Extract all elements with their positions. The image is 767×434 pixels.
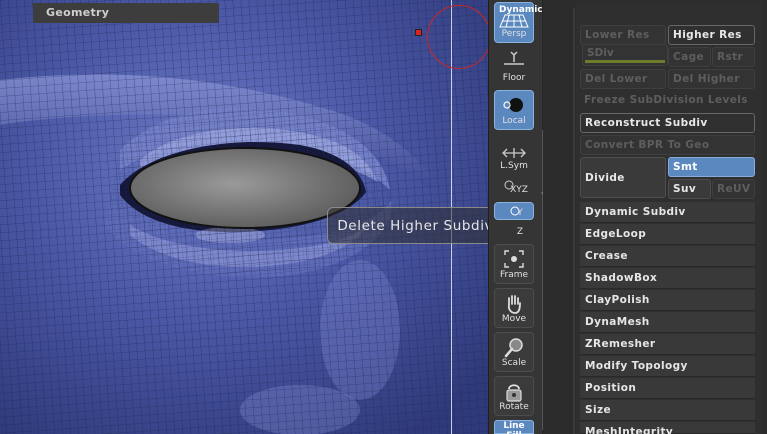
scale-button[interactable]: Scale: [494, 332, 534, 372]
local-label: Local: [502, 116, 526, 126]
cage-button[interactable]: Cage: [668, 47, 711, 67]
move-hand-icon: [507, 295, 521, 314]
persp-label: Persp: [501, 29, 527, 39]
rotate-button[interactable]: Rotate: [494, 376, 534, 416]
sdiv-fill: [585, 60, 665, 63]
freeze-subdivision-levels-button[interactable]: Freeze SubDivision Levels: [584, 94, 748, 106]
reuv-toggle[interactable]: ReUV: [712, 179, 755, 199]
lsym-icon: [502, 148, 526, 158]
canvas-viewport[interactable]: Delete Higher Subdiv Level: [0, 0, 488, 434]
section-dynamesh[interactable]: DynaMesh: [580, 312, 755, 333]
perspective-grid-icon: [499, 14, 529, 28]
sdiv-label: SDiv: [587, 47, 614, 59]
section-position[interactable]: Position: [580, 378, 755, 399]
z-axis-button[interactable]: Z: [494, 222, 534, 240]
higher-res-button[interactable]: Higher Res: [668, 25, 755, 45]
local-button[interactable]: Local: [494, 90, 534, 130]
z-axis-label: Z: [516, 227, 524, 237]
divide-button[interactable]: Divide: [580, 157, 666, 198]
gizmo-handle[interactable]: [415, 29, 422, 36]
floor-button[interactable]: Floor: [494, 46, 534, 86]
reconstruct-subdiv-button[interactable]: Reconstruct Subdiv: [580, 113, 755, 133]
smt-toggle[interactable]: Smt: [668, 157, 755, 177]
section-size[interactable]: Size: [580, 400, 755, 421]
floor-label: Floor: [502, 73, 526, 83]
frame-icon: [504, 250, 524, 268]
section-shadowbox[interactable]: ShadowBox: [580, 268, 755, 289]
lsym-label: L.Sym: [500, 161, 528, 171]
scale-magnifier-icon: [504, 338, 523, 358]
suv-toggle[interactable]: Suv: [668, 179, 711, 199]
right-shelf: Dynamic Persp Floor Local L.Sym XYZ Y Z …: [488, 0, 544, 434]
rotate-label: Rotate: [499, 402, 529, 412]
y-axis-label: Y: [517, 208, 523, 218]
local-symmetry-icon: [503, 98, 523, 112]
lower-res-button[interactable]: Lower Res: [580, 25, 666, 45]
brush-cursor: [427, 5, 488, 69]
sdiv-slider[interactable]: SDiv: [582, 44, 668, 66]
section-claypolish[interactable]: ClayPolish: [580, 290, 755, 311]
geometry-header[interactable]: Geometry: [33, 3, 219, 23]
xyz-label: XYZ: [510, 185, 528, 195]
section-modify-topology[interactable]: Modify Topology: [580, 356, 755, 377]
xyz-button[interactable]: XYZ: [494, 176, 534, 198]
line-fill-label: Line Fill: [503, 421, 525, 434]
section-dynamic-subdiv[interactable]: Dynamic Subdiv: [580, 202, 755, 223]
section-crease[interactable]: Crease: [580, 246, 755, 267]
convert-bpr-to-geo-button[interactable]: Convert BPR To Geo: [580, 135, 755, 155]
dynamic-label: Dynamic: [499, 5, 543, 15]
rotate-icon: [506, 384, 522, 402]
persp-button[interactable]: Dynamic Persp: [494, 2, 543, 43]
section-zremesher[interactable]: ZRemesher: [580, 334, 755, 355]
frame-button[interactable]: Frame: [494, 244, 534, 284]
tooltip: Delete Higher Subdiv Level: [327, 207, 488, 244]
line-fill-button[interactable]: Line Fill: [494, 420, 534, 434]
rstr-button[interactable]: Rstr: [712, 47, 755, 67]
move-button[interactable]: Move: [494, 288, 534, 328]
palette-scroll-strip[interactable]: [543, 0, 575, 434]
floor-icon: [504, 51, 524, 65]
move-label: Move: [501, 314, 527, 324]
del-higher-button[interactable]: Del Higher: [668, 69, 755, 89]
section-meshintegrity[interactable]: MeshIntegrity: [580, 422, 755, 434]
scale-label: Scale: [501, 358, 527, 368]
y-axis-button[interactable]: Y: [494, 202, 534, 220]
frame-label: Frame: [499, 270, 529, 280]
section-edgeloop[interactable]: EdgeLoop: [580, 224, 755, 245]
del-lower-button[interactable]: Del Lower: [580, 69, 666, 89]
